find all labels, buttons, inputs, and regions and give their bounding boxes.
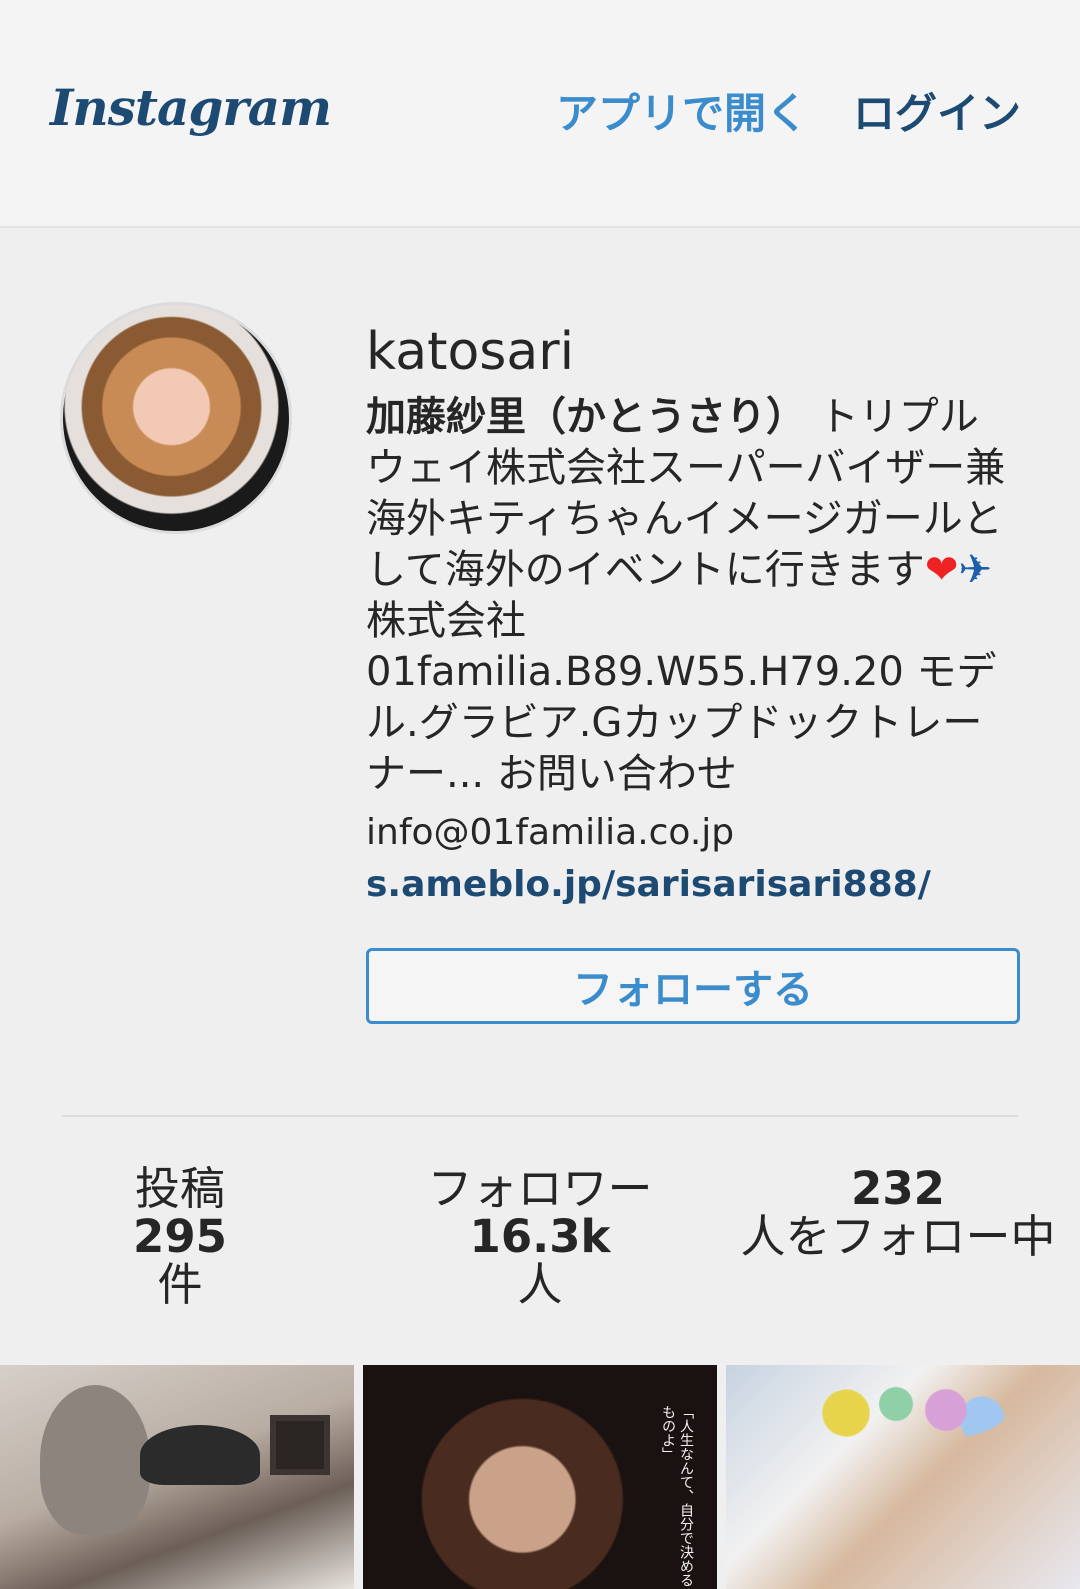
post-grid: 「人生なんて、自分で決めるものよ」: [0, 1365, 1080, 1589]
profile-bio: 加藤紗里（かとうさり） トリプルウェイ株式会社スーパーバイザー兼海外キティちゃん…: [366, 392, 1016, 800]
following-label: 人をフォロー中: [740, 1210, 1056, 1263]
followers-unit: 人: [517, 1258, 563, 1311]
profile-email: info@01familia.co.jp: [366, 812, 735, 853]
heart-icon: ❤: [924, 547, 959, 593]
following-value: 232: [851, 1162, 945, 1215]
flower-crown-image: [806, 1383, 1006, 1443]
following-count-stat[interactable]: 232 人をフォロー中: [728, 1165, 1068, 1261]
open-in-app-link[interactable]: アプリで開く: [556, 80, 808, 141]
followers-count-stat[interactable]: フォロワー 16.3k 人: [400, 1165, 680, 1309]
followers-value: 16.3k: [469, 1210, 611, 1263]
picture-frame-image: [270, 1415, 330, 1475]
teddy-bear-image: [40, 1385, 150, 1535]
posts-unit: 件: [157, 1258, 203, 1311]
profile-username: katosari: [366, 322, 575, 382]
stats-divider: [62, 1115, 1018, 1117]
follow-button[interactable]: フォローする: [366, 948, 1020, 1024]
instagram-logo[interactable]: Instagram: [50, 78, 332, 137]
hat-image: [140, 1425, 260, 1485]
post-caption-overlay: 「人生なんて、自分で決めるものよ」: [660, 1405, 694, 1587]
posts-value: 295: [133, 1210, 227, 1263]
posts-count-stat[interactable]: 投稿 295 件: [80, 1165, 280, 1309]
airplane-icon: ✈: [958, 547, 992, 593]
login-link[interactable]: ログイン: [853, 80, 1021, 141]
profile-avatar: [60, 302, 292, 534]
post-thumbnail[interactable]: [0, 1365, 354, 1589]
followers-label: フォロワー: [427, 1162, 653, 1215]
posts-label: 投稿: [134, 1162, 225, 1215]
profile-display-name: 加藤紗里（かとうさり）: [366, 394, 806, 440]
bio-text-2: 株式会社01familia.B89.W55.H79.20 モデル.グラビア.Gカ…: [366, 598, 997, 797]
profile-website-link[interactable]: s.ameblo.jp/sarisarisari888/: [366, 864, 931, 905]
post-thumbnail[interactable]: [726, 1365, 1080, 1589]
top-bar: Instagram アプリで開く ログイン: [0, 0, 1080, 228]
post-thumbnail[interactable]: 「人生なんて、自分で決めるものよ」: [363, 1365, 717, 1589]
